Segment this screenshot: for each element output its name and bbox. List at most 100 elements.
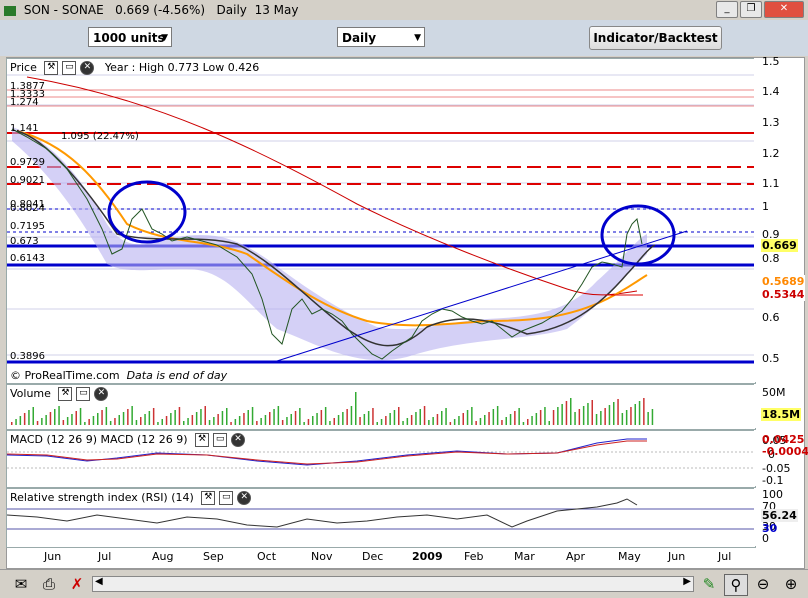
volume-bar bbox=[329, 421, 331, 425]
volume-bar bbox=[561, 404, 563, 425]
delete-icon[interactable]: ✗ bbox=[66, 574, 88, 594]
macd-panel[interactable]: MACD (12 26 9) MACD (12 26 9) ⚒ ▭ ✕ bbox=[6, 430, 756, 488]
volume-bar bbox=[462, 413, 464, 425]
volume-bar bbox=[62, 420, 65, 425]
rsi-panel[interactable]: Relative strength index (RSI) (14) ⚒ ▭ ✕ bbox=[6, 488, 756, 548]
close-icon[interactable]: ✕ bbox=[764, 1, 804, 18]
level-label: 0.7195 bbox=[10, 221, 45, 232]
volume-bar bbox=[170, 413, 172, 425]
wrench-icon[interactable]: ⚒ bbox=[44, 61, 59, 75]
time-label: Dec bbox=[362, 550, 384, 563]
price-axis[interactable]: 1.51.41.31.21.110.90.80.70.60.50.4 bbox=[754, 55, 804, 407]
zoom-out-icon[interactable]: ⊖ bbox=[752, 574, 774, 594]
macd-panel-header: MACD (12 26 9) MACD (12 26 9) ⚒ ▭ ✕ bbox=[10, 433, 246, 447]
volume-bar bbox=[264, 415, 267, 425]
level-label: 0.6143 bbox=[10, 253, 45, 264]
volume-bar bbox=[587, 403, 589, 425]
close-icon[interactable]: ✕ bbox=[80, 61, 95, 75]
volume-bar bbox=[453, 419, 456, 425]
volume-bar bbox=[36, 421, 39, 425]
window-icon[interactable]: ▭ bbox=[76, 387, 91, 401]
volume-bar bbox=[634, 404, 636, 425]
close-icon[interactable]: ✕ bbox=[94, 387, 109, 401]
scroll-left-icon[interactable]: ◀ bbox=[95, 576, 103, 587]
volume-bar bbox=[204, 406, 206, 425]
horizontal-scrollbar[interactable]: ◀ ▶ bbox=[92, 576, 694, 592]
volume-bar bbox=[436, 414, 439, 425]
price-chart bbox=[7, 74, 755, 364]
time-label: Mar bbox=[514, 550, 535, 563]
volume-bar bbox=[260, 418, 262, 425]
volume-bar bbox=[544, 407, 546, 425]
time-label: Sep bbox=[203, 550, 224, 563]
volume-bar bbox=[393, 410, 396, 425]
wrench-icon[interactable]: ⚒ bbox=[201, 491, 216, 505]
volume-bar bbox=[251, 407, 254, 425]
price-tick: 1 bbox=[762, 200, 769, 213]
indicator-backtest-button[interactable]: Indicator/Backtest bbox=[589, 26, 722, 50]
rsi-oversold-flag: 30 bbox=[762, 522, 778, 535]
volume-bar bbox=[372, 408, 374, 425]
volume-bar bbox=[574, 412, 576, 425]
volume-bar bbox=[307, 419, 310, 425]
volume-bar bbox=[152, 408, 155, 425]
units-value: 1000 units bbox=[93, 31, 165, 45]
year-range-info: Year : High 0.773 Low 0.426 bbox=[104, 61, 260, 74]
volume-bar bbox=[651, 409, 654, 425]
mail-icon[interactable]: ✉ bbox=[10, 574, 32, 594]
data-notice: Data is end of day bbox=[126, 369, 228, 382]
volume-bar bbox=[625, 410, 628, 425]
price-panel-label: Price bbox=[10, 61, 37, 74]
volume-bar bbox=[466, 410, 469, 425]
price-panel[interactable]: Price ⚒ ▭ ✕ Year : High 0.773 Low 0.426 1.… bbox=[6, 58, 756, 384]
volume-bar bbox=[303, 422, 305, 425]
close-icon[interactable]: ✕ bbox=[237, 491, 252, 505]
volume-bar bbox=[148, 411, 151, 425]
zoom-box-icon[interactable]: ⚲ bbox=[724, 574, 748, 596]
minimize-icon[interactable]: _ bbox=[716, 1, 738, 18]
volume-bar bbox=[41, 418, 43, 425]
time-axis[interactable]: Jun Jul Aug Sep Oct Nov Dec 2009 Feb Mar Apr May Jun… bbox=[6, 549, 754, 567]
volume-bar bbox=[643, 398, 645, 425]
volume-bar bbox=[79, 408, 82, 425]
wrench-icon[interactable]: ⚒ bbox=[58, 387, 73, 401]
volume-bar bbox=[105, 407, 108, 425]
restore-icon[interactable]: ❐ bbox=[740, 1, 762, 18]
timeframe-select[interactable]: Daily ▼ bbox=[337, 27, 425, 47]
print-icon[interactable]: ⎙ bbox=[38, 574, 60, 594]
window-icon[interactable]: ▭ bbox=[213, 433, 228, 447]
window-icon[interactable]: ▭ bbox=[62, 61, 77, 75]
volume-bar bbox=[376, 422, 378, 425]
volume-bar bbox=[312, 416, 314, 425]
volume-bar bbox=[578, 409, 581, 425]
time-label: 2009 bbox=[412, 550, 443, 563]
rsi-panel-header: Relative strength index (RSI) (14) ⚒ ▭ ✕ bbox=[10, 491, 252, 505]
volume-bar bbox=[290, 414, 292, 425]
volume-bar bbox=[269, 412, 271, 425]
window-icon[interactable]: ▭ bbox=[219, 491, 234, 505]
scroll-right-icon[interactable]: ▶ bbox=[683, 576, 691, 587]
volume-bar bbox=[273, 409, 275, 425]
time-label: Oct bbox=[257, 550, 277, 563]
volume-bar bbox=[604, 408, 606, 425]
volume-bar bbox=[548, 421, 550, 425]
volume-panel[interactable]: Volume ⚒ ▭ ✕ bbox=[6, 384, 756, 430]
close-icon[interactable]: ✕ bbox=[231, 433, 246, 447]
volume-bar bbox=[28, 410, 30, 425]
volume-bar bbox=[423, 406, 426, 425]
volume-bar bbox=[140, 417, 142, 425]
volume-bar bbox=[324, 407, 327, 425]
units-select[interactable]: 1000 units ▼ bbox=[88, 27, 172, 47]
time-label: Nov bbox=[311, 550, 333, 563]
volume-bar bbox=[621, 413, 624, 425]
wrench-icon[interactable]: ⚒ bbox=[195, 433, 210, 447]
volume-bar bbox=[191, 415, 194, 425]
price-flag: 0.5344 bbox=[761, 288, 806, 301]
price-flag: 0.669 bbox=[761, 239, 798, 252]
volume-bar bbox=[350, 406, 353, 425]
zoom-in-icon[interactable]: ⊕ bbox=[780, 574, 802, 594]
price-tick: 1.1 bbox=[762, 177, 780, 190]
volume-bar bbox=[600, 411, 602, 425]
draw-icon[interactable]: ✎ bbox=[698, 574, 720, 594]
volume-bar bbox=[415, 412, 417, 425]
